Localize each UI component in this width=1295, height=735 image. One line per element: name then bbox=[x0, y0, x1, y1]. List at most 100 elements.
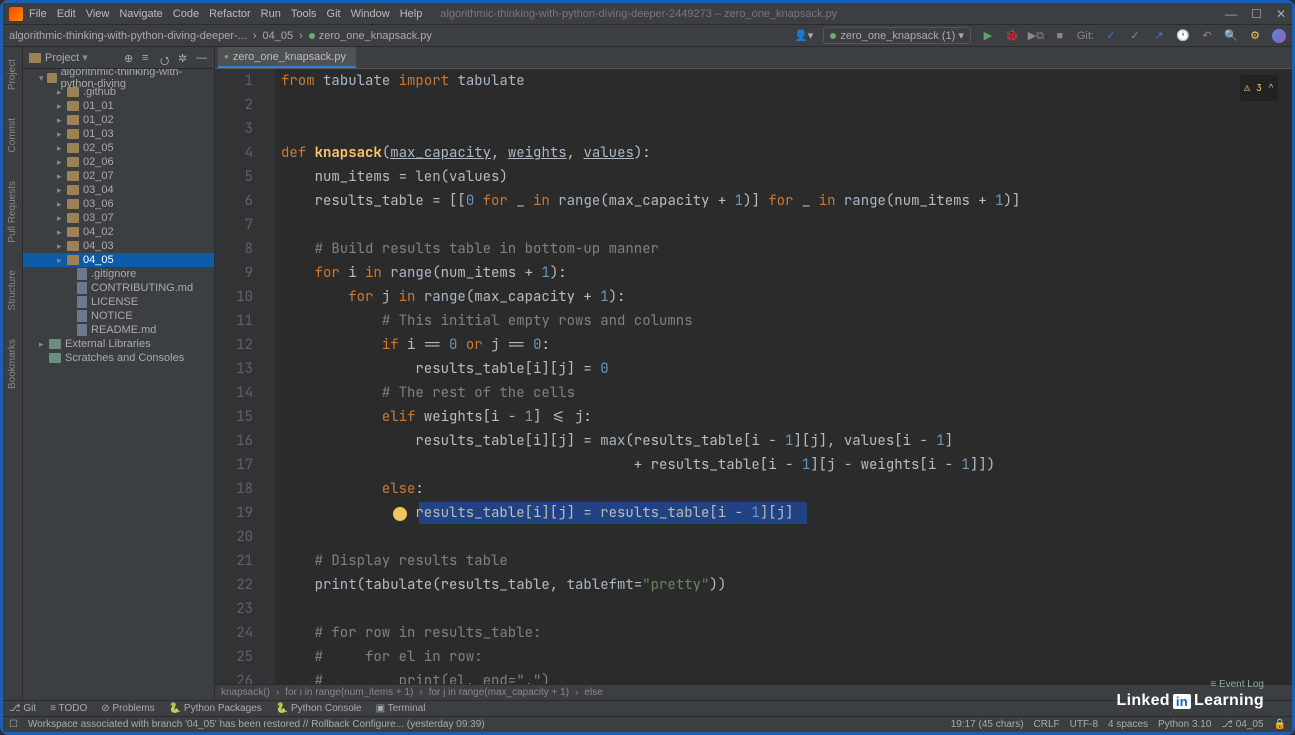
menu-edit[interactable]: Edit bbox=[57, 8, 76, 20]
code-editor[interactable]: 1234567891011121314151617181920212223242… bbox=[215, 69, 1292, 684]
caret-position[interactable]: 19:17 (45 chars) bbox=[951, 719, 1024, 730]
menu-code[interactable]: Code bbox=[173, 8, 199, 20]
code-content[interactable]: from tabulate import tabulatedef knapsac… bbox=[275, 69, 1292, 684]
menu-help[interactable]: Help bbox=[400, 8, 423, 20]
editor-breadcrumb-item[interactable]: for j in range(max_capacity + 1) bbox=[429, 687, 569, 698]
maximize-icon[interactable]: ☐ bbox=[1251, 7, 1262, 21]
tool-windows-icon[interactable]: ☐ bbox=[9, 719, 18, 730]
event-log-button[interactable]: ≡ Event Log bbox=[1210, 679, 1264, 690]
git-push-icon[interactable]: ↗ bbox=[1152, 29, 1166, 43]
select-opened-icon[interactable]: ⊕ bbox=[124, 52, 136, 64]
tree-item[interactable]: ▸02_06 bbox=[23, 155, 214, 169]
editor-area: ● zero_one_knapsack.py 12345678910111213… bbox=[215, 47, 1292, 700]
git-branch[interactable]: ⎇ 04_05 bbox=[1221, 719, 1263, 730]
gear-icon[interactable]: ✲ bbox=[178, 52, 190, 64]
run-icon[interactable]: ▶ bbox=[981, 29, 995, 43]
window-controls: — ☐ ✕ bbox=[1225, 7, 1286, 21]
hide-panel-icon[interactable]: — bbox=[196, 52, 208, 64]
tool-strip-project[interactable]: Project bbox=[7, 59, 18, 90]
git-tool-button[interactable]: ⎇ Git bbox=[9, 703, 36, 714]
tree-item[interactable]: ▸03_06 bbox=[23, 197, 214, 211]
menu-window[interactable]: Window bbox=[351, 8, 390, 20]
breadcrumb-file[interactable]: zero_one_knapsack.py bbox=[309, 30, 432, 42]
tree-item[interactable]: ▸04_03 bbox=[23, 239, 214, 253]
editor-breadcrumb-item[interactable]: else bbox=[584, 687, 602, 698]
app-icon bbox=[9, 7, 23, 21]
tree-item[interactable]: ▸01_01 bbox=[23, 99, 214, 113]
breadcrumb-item[interactable]: 04_05 bbox=[263, 30, 294, 42]
tree-item[interactable]: CONTRIBUTING.md bbox=[23, 281, 214, 295]
menu-view[interactable]: View bbox=[86, 8, 110, 20]
line-gutter: 1234567891011121314151617181920212223242… bbox=[215, 69, 263, 684]
main-menu: File Edit View Navigate Code Refactor Run Tools… bbox=[29, 8, 422, 20]
breadcrumb-item[interactable]: algorithmic-thinking-with-python-diving-… bbox=[9, 30, 247, 42]
status-bar: ☐ Workspace associated with branch '04_0… bbox=[3, 716, 1292, 732]
bottom-tool-bar: ⎇ Git ≡ TODO ⊘ Problems 🐍 Python Package… bbox=[3, 700, 1292, 716]
close-icon[interactable]: ✕ bbox=[1276, 7, 1286, 21]
tree-item[interactable]: ▸03_07 bbox=[23, 211, 214, 225]
editor-tab[interactable]: ● zero_one_knapsack.py bbox=[218, 47, 356, 68]
main-area: Project Commit Pull Requests Structure Bookm… bbox=[3, 47, 1292, 700]
menu-file[interactable]: File bbox=[29, 8, 47, 20]
search-icon[interactable]: 🔍 bbox=[1224, 29, 1238, 43]
collapse-all-icon[interactable]: ⭯ bbox=[160, 52, 172, 64]
tree-item[interactable]: NOTICE bbox=[23, 309, 214, 323]
minimize-icon[interactable]: — bbox=[1225, 7, 1237, 21]
tree-item[interactable]: .gitignore bbox=[23, 267, 214, 281]
inspections-widget[interactable]: ⚠ 3 ^ bbox=[1240, 75, 1278, 101]
project-tree[interactable]: ▾algorithmic-thinking-with-python-diving… bbox=[23, 69, 214, 367]
tree-item[interactable]: ▸02_05 bbox=[23, 141, 214, 155]
todo-tool-button[interactable]: ≡ TODO bbox=[50, 703, 87, 714]
menu-git[interactable]: Git bbox=[327, 8, 341, 20]
menu-refactor[interactable]: Refactor bbox=[209, 8, 251, 20]
undo-icon[interactable]: ↶ bbox=[1200, 29, 1214, 43]
navigation-bar: algorithmic-thinking-with-python-diving-… bbox=[3, 25, 1292, 47]
project-panel-header: Project ▾ ⊕ ≡ ⭯ ✲ — bbox=[23, 47, 214, 69]
git-commit-icon[interactable]: ✓ bbox=[1128, 29, 1142, 43]
settings-icon[interactable]: ⚙ bbox=[1248, 29, 1262, 43]
console-tool-button[interactable]: 🐍 Python Console bbox=[276, 703, 362, 714]
tree-item[interactable]: LICENSE bbox=[23, 295, 214, 309]
avatar-icon[interactable] bbox=[1272, 29, 1286, 43]
tree-item[interactable]: ▸02_07 bbox=[23, 169, 214, 183]
git-history-icon[interactable]: 🕐 bbox=[1176, 29, 1190, 43]
python-file-icon: ● bbox=[224, 52, 229, 61]
tree-item[interactable]: ▸04_02 bbox=[23, 225, 214, 239]
file-encoding[interactable]: UTF-8 bbox=[1070, 719, 1098, 730]
chevron-down-icon[interactable]: ▾ bbox=[82, 51, 88, 64]
indent-info[interactable]: 4 spaces bbox=[1108, 719, 1148, 730]
git-update-icon[interactable]: ✓ bbox=[1104, 29, 1118, 43]
tool-strip-bookmarks[interactable]: Bookmarks bbox=[7, 339, 18, 389]
menu-tools[interactable]: Tools bbox=[291, 8, 317, 20]
debug-icon[interactable]: 🐞 bbox=[1005, 29, 1019, 43]
tree-item[interactable]: ▸03_04 bbox=[23, 183, 214, 197]
fold-column[interactable] bbox=[263, 69, 275, 684]
tree-item[interactable]: README.md bbox=[23, 323, 214, 337]
project-panel: Project ▾ ⊕ ≡ ⭯ ✲ — ▾algorithmic-thinkin… bbox=[23, 47, 215, 700]
expand-all-icon[interactable]: ≡ bbox=[142, 52, 154, 64]
tree-item[interactable]: ▾algorithmic-thinking-with-python-diving bbox=[23, 71, 214, 85]
menu-run[interactable]: Run bbox=[261, 8, 281, 20]
packages-tool-button[interactable]: 🐍 Python Packages bbox=[169, 703, 262, 714]
terminal-tool-button[interactable]: ▣ Terminal bbox=[376, 703, 426, 714]
menu-navigate[interactable]: Navigate bbox=[119, 8, 162, 20]
tree-item[interactable]: ▸04_05 bbox=[23, 253, 214, 267]
tool-strip-structure[interactable]: Structure bbox=[7, 270, 18, 311]
lock-icon[interactable]: 🔒 bbox=[1274, 719, 1286, 730]
coverage-icon[interactable]: ▶⧉ bbox=[1029, 29, 1043, 43]
users-icon[interactable]: 👤▾ bbox=[794, 29, 813, 42]
run-config-dropdown[interactable]: zero_one_knapsack (1) ▾ bbox=[823, 27, 971, 44]
tree-item[interactable]: ▸01_03 bbox=[23, 127, 214, 141]
line-separator[interactable]: CRLF bbox=[1034, 719, 1060, 730]
tree-item[interactable]: ▸01_02 bbox=[23, 113, 214, 127]
project-panel-title[interactable]: Project bbox=[45, 52, 79, 64]
tool-strip-pull-requests[interactable]: Pull Requests bbox=[7, 181, 18, 243]
interpreter-info[interactable]: Python 3.10 bbox=[1158, 719, 1211, 730]
stop-icon[interactable]: ■ bbox=[1053, 29, 1067, 43]
editor-breadcrumb-item[interactable]: for i in range(num_items + 1) bbox=[285, 687, 413, 698]
tree-item[interactable]: Scratches and Consoles bbox=[23, 351, 214, 365]
problems-tool-button[interactable]: ⊘ Problems bbox=[101, 703, 154, 714]
tool-strip-commit[interactable]: Commit bbox=[7, 118, 18, 152]
tree-item[interactable]: ▸External Libraries bbox=[23, 337, 214, 351]
editor-breadcrumb-item[interactable]: knapsack() bbox=[221, 687, 270, 698]
